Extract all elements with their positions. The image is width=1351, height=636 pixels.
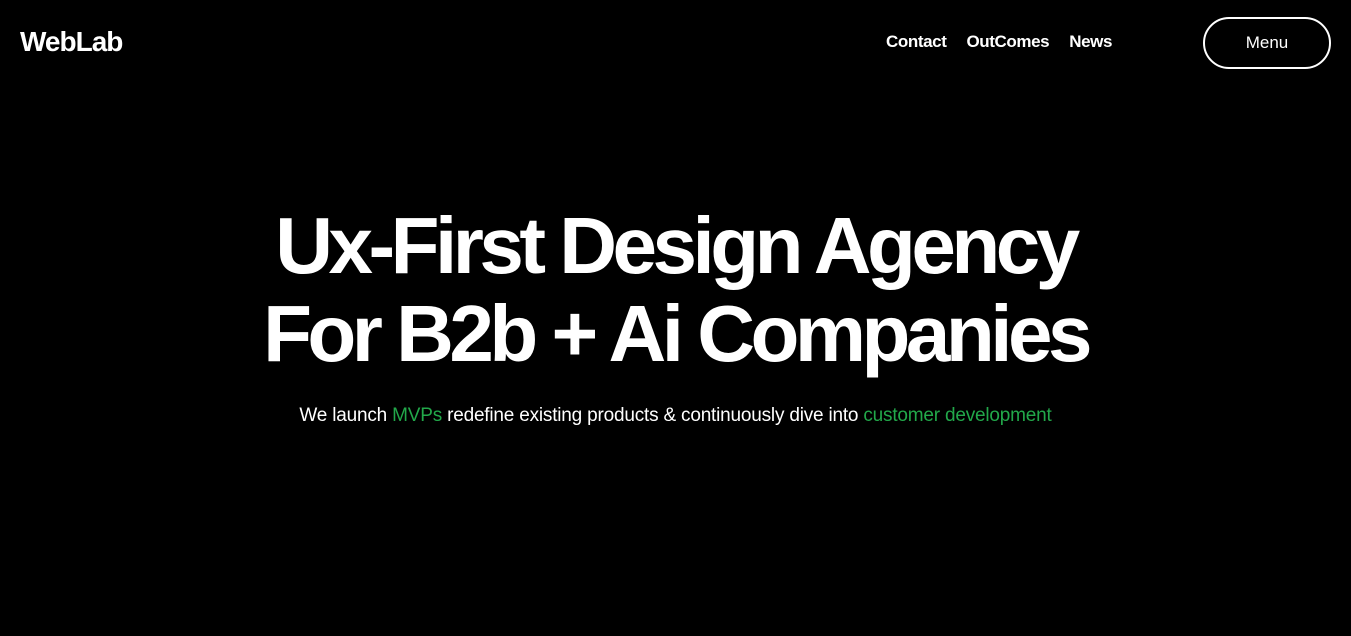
hero-subtitle-accent-mvps: MVPs: [392, 405, 442, 426]
hero-subtitle-part-2: redefine existing products & continuousl…: [442, 405, 864, 426]
page: WebLab Contact OutComes News Menu Ux-Fir…: [0, 0, 1351, 636]
nav-link-contact[interactable]: Contact: [886, 32, 947, 52]
nav-link-news[interactable]: News: [1069, 32, 1112, 52]
hero-title-line-2: For B2b + Ai Companies: [263, 289, 1092, 378]
hero-subtitle-part-1: We launch: [299, 405, 393, 426]
nav-link-outcomes[interactable]: OutComes: [966, 32, 1049, 52]
top-nav: Contact OutComes News: [886, 32, 1112, 52]
hero-subtitle: We launch MVPs redefine existing product…: [0, 404, 1351, 428]
menu-button[interactable]: Menu: [1203, 17, 1331, 69]
hero-title: Ux-First Design Agency For B2b + Ai Comp…: [0, 202, 1351, 378]
logo-link[interactable]: WebLab: [20, 24, 123, 60]
hero-title-line-1: Ux-First Design Agency: [275, 201, 1080, 290]
hero-subtitle-accent-customer-development: customer development: [863, 405, 1052, 426]
